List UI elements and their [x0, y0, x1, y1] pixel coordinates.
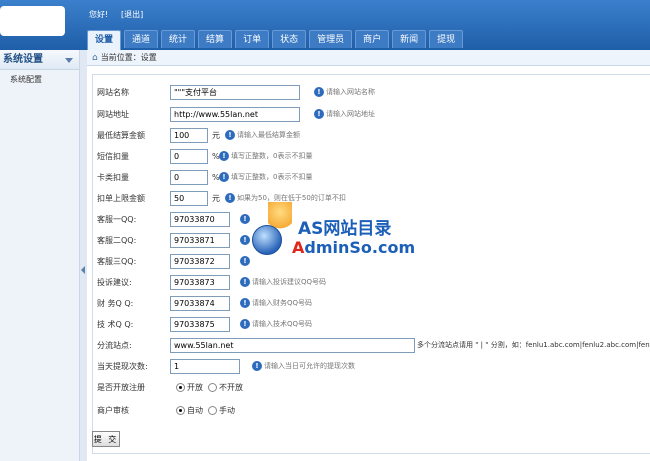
info-icon: ! — [240, 298, 250, 308]
watermark-title: AS网站目录 — [298, 219, 392, 239]
info-icon: ! — [225, 130, 235, 140]
label-qq2: 客服二QQ: — [97, 235, 137, 245]
radio-closed[interactable]: 不开放 — [208, 382, 243, 393]
label-sms-deduct: 短信扣量 — [97, 151, 129, 161]
label-open-register: 是否开放注册 — [97, 382, 145, 392]
main-tabs: 设置 通道 统计 结算 订单 状态 管理员 商户 新闻 提现 — [87, 30, 466, 50]
label-card-deduct: 卡类扣量 — [97, 172, 129, 182]
tab-channels[interactable]: 通道 — [124, 30, 159, 48]
radio-dot-checked[interactable] — [176, 405, 185, 415]
chevron-down-icon[interactable] — [65, 58, 73, 63]
info-icon: ! — [219, 172, 229, 182]
tab-news[interactable]: 新闻 — [392, 30, 427, 48]
breadcrumb-text: 当前位置：设置 — [100, 53, 157, 62]
hint-sms-deduct: 填写正整数，0表示不扣量 — [231, 152, 313, 160]
radio-open[interactable]: 开放 — [176, 382, 203, 393]
radio-dot[interactable] — [208, 382, 217, 392]
info-icon: ! — [240, 277, 250, 287]
sidebar-title: 系统设置 — [3, 54, 43, 65]
tab-settings[interactable]: 设置 — [87, 30, 122, 50]
info-icon: ! — [240, 319, 250, 329]
info-icon: ! — [314, 109, 324, 119]
label-merchant-review: 商户审核 — [97, 405, 129, 415]
label-site-name: 网站名称 — [97, 87, 129, 97]
qq-tech-input[interactable]: 97033875 — [170, 316, 230, 332]
hint-site-name: 请输入网站名称 — [326, 88, 375, 96]
label-qq-finance: 财 务Q Q: — [97, 298, 134, 308]
submit-button[interactable]: 提 交 — [92, 431, 120, 447]
hint-daily-withdraw: 请输入当日可允许的提现次数 — [264, 362, 355, 370]
card-deduct-input[interactable]: 0 — [170, 169, 208, 185]
label-daily-withdraw: 当天提现次数: — [97, 361, 148, 371]
greeting-text: 您好! — [89, 10, 109, 19]
watermark-logo: AS网站目录 AdminSo.com — [248, 200, 415, 270]
label-min-settle: 最低结算金额 — [97, 130, 145, 140]
hint-min-settle: 请输入最低结算金额 — [237, 131, 300, 139]
site-url-input[interactable]: http://www.55lan.net — [170, 106, 300, 122]
breadcrumb: ⌂ 当前位置：设置 — [87, 50, 650, 66]
hint-card-deduct: 填写正整数，0表示不扣量 — [231, 173, 313, 181]
logout-link[interactable]: [退出] — [121, 9, 143, 20]
tab-settlement[interactable]: 结算 — [198, 30, 233, 48]
watermark-domain: AdminSo.com — [292, 238, 416, 257]
sidebar: 系统设置 系统配置 — [0, 50, 80, 461]
info-icon: ! — [219, 151, 229, 161]
deduct-limit-input[interactable]: 50 — [170, 190, 208, 206]
info-icon: ! — [314, 87, 324, 97]
radio-dot-checked[interactable] — [176, 382, 185, 392]
collapse-left-icon[interactable] — [81, 266, 85, 274]
sidebar-header[interactable]: 系统设置 — [0, 50, 79, 70]
radio-manual[interactable]: 手动 — [208, 405, 235, 416]
tab-withdraw[interactable]: 提现 — [429, 30, 464, 48]
sidebar-collapse-bar[interactable] — [80, 50, 87, 461]
hint-qq-tech: 请输入技术QQ号码 — [252, 320, 313, 328]
logo — [0, 6, 65, 36]
hint-qq-suggest: 请输入投诉建议QQ号码 — [252, 278, 327, 286]
unit-deduct-limit: 元 — [212, 193, 220, 203]
tab-merchants[interactable]: 商户 — [355, 30, 390, 48]
tab-stats[interactable]: 统计 — [161, 30, 196, 48]
info-icon: ! — [252, 361, 262, 371]
qq-suggest-input[interactable]: 97033873 — [170, 274, 230, 290]
hint-split-site: 多个分流站点请用 " | " 分割，如：fenlu1.abc.com|fenlu… — [417, 341, 650, 349]
qq3-input[interactable]: 97033872 — [170, 253, 230, 269]
hint-site-url: 请输入网站地址 — [326, 110, 375, 118]
tab-admins[interactable]: 管理员 — [309, 30, 353, 48]
label-split-site: 分流站点: — [97, 340, 132, 350]
globe-icon — [252, 225, 282, 255]
unit-min-settle: 元 — [212, 130, 220, 140]
top-header: 您好! [退出] 设置 通道 统计 结算 订单 状态 管理员 商户 新闻 提现 — [0, 0, 650, 50]
radio-dot[interactable] — [208, 405, 217, 415]
split-site-input[interactable]: www.55lan.net — [170, 337, 415, 353]
tab-orders[interactable]: 订单 — [235, 30, 270, 48]
qq-finance-input[interactable]: 97033874 — [170, 295, 230, 311]
sms-deduct-input[interactable]: 0 — [170, 148, 208, 164]
label-deduct-limit: 扣单上限金额 — [97, 193, 145, 203]
site-name-input[interactable]: """支付平台 — [170, 84, 300, 100]
label-qq-suggest: 投诉建议: — [97, 277, 132, 287]
sidebar-item-system-config[interactable]: 系统配置 — [0, 70, 79, 85]
qq2-input[interactable]: 97033871 — [170, 232, 230, 248]
label-qq1: 客服一QQ: — [97, 214, 137, 224]
min-settle-input[interactable]: 100 — [170, 127, 208, 143]
home-icon: ⌂ — [92, 53, 98, 63]
label-qq-tech: 技 术Q Q: — [97, 319, 134, 329]
tab-status[interactable]: 状态 — [272, 30, 307, 48]
info-icon: ! — [225, 193, 235, 203]
qq1-input[interactable]: 97033870 — [170, 211, 230, 227]
label-qq3: 客服三QQ: — [97, 256, 137, 266]
radio-auto[interactable]: 自动 — [176, 405, 203, 416]
daily-withdraw-input[interactable]: 1 — [170, 358, 240, 374]
hint-qq-finance: 请输入财务QQ号码 — [252, 299, 313, 307]
label-site-url: 网站地址 — [97, 109, 129, 119]
